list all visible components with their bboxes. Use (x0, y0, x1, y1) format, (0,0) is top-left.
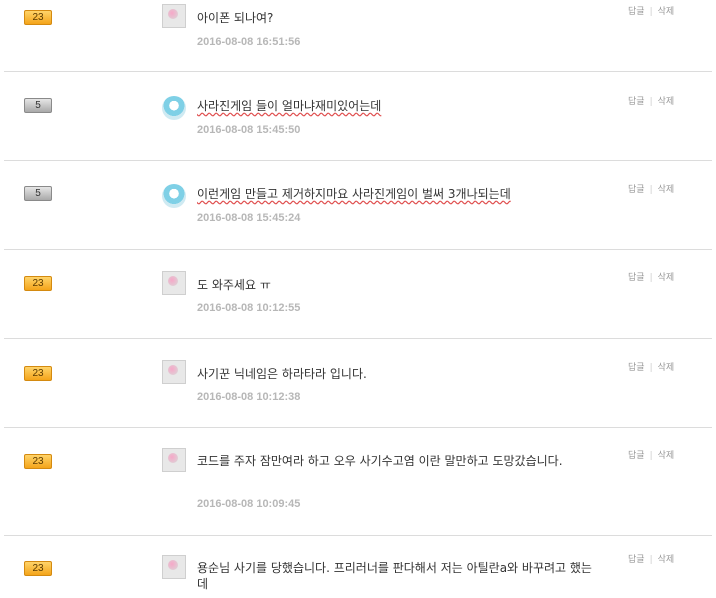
comment-actions: 답글 | 삭제 (628, 182, 674, 195)
level-badge: 23 (24, 276, 52, 291)
comment-text-content: 사라진게임 들이 얼마냐재미있어는데 (197, 99, 382, 113)
comment-actions: 답글 | 삭제 (628, 360, 674, 373)
comment-text: 용순님 사기를 당했습니다. 프리러너를 판다해서 저는 아틸란a와 바꾸려고 … (197, 561, 592, 591)
delete-link[interactable]: 삭제 (658, 451, 675, 461)
comment-date: 2016-08-08 16:51:56 (197, 36, 301, 48)
comment-date: 2016-08-08 15:45:24 (197, 212, 301, 224)
reply-link[interactable]: 답글 (628, 451, 645, 461)
divider-line (4, 535, 712, 536)
delete-link[interactable]: 삭제 (658, 273, 675, 283)
user-avatar[interactable] (162, 555, 186, 579)
reply-link[interactable]: 답글 (628, 555, 645, 565)
level-badge: 23 (24, 366, 52, 381)
divider: | (649, 97, 653, 107)
comment-date: 2016-08-08 10:09:45 (197, 498, 301, 510)
comment-date: 2016-08-08 15:45:50 (197, 124, 301, 136)
comment-text: 사라진게임 들이 얼마냐재미있어는데 (197, 98, 607, 114)
reply-link[interactable]: 답글 (628, 273, 645, 283)
user-avatar[interactable] (162, 96, 186, 120)
comment-actions: 답글 | 삭제 (628, 94, 674, 107)
user-avatar[interactable] (162, 448, 186, 472)
delete-link[interactable]: 삭제 (658, 363, 675, 373)
divider-line (4, 160, 712, 161)
reply-link[interactable]: 답글 (628, 185, 645, 195)
comment-date: 2016-08-08 10:12:38 (197, 391, 301, 403)
comment-actions: 답글 | 삭제 (628, 448, 674, 461)
comment-actions: 답글 | 삭제 (628, 270, 674, 283)
user-avatar[interactable] (162, 360, 186, 384)
divider: | (649, 185, 653, 195)
reply-link[interactable]: 답글 (628, 97, 645, 107)
level-badge: 23 (24, 561, 52, 576)
comment-text: 코드를 주자 잠만여라 하고 오우 사기수고염 이란 말만하고 도망갔습니다. (197, 454, 563, 468)
level-badge: 23 (24, 10, 52, 25)
divider-line (4, 427, 712, 428)
delete-link[interactable]: 삭제 (658, 555, 675, 565)
level-badge: 5 (24, 186, 52, 201)
delete-link[interactable]: 삭제 (658, 185, 675, 195)
user-avatar[interactable] (162, 184, 186, 208)
level-badge: 23 (24, 454, 52, 469)
reply-link[interactable]: 답글 (628, 7, 645, 17)
level-badge: 5 (24, 98, 52, 113)
divider-line (4, 249, 712, 250)
comment-text: 도 와주세요 ㅠ (197, 278, 271, 292)
divider: | (649, 451, 653, 461)
delete-link[interactable]: 삭제 (658, 7, 675, 17)
user-avatar[interactable] (162, 4, 186, 28)
divider: | (649, 555, 653, 565)
divider: | (649, 363, 653, 373)
divider: | (649, 7, 653, 17)
comment-text: 이런게임 만들고 제거하지마요 사라진게임이 벌써 3개나되는데 (197, 186, 607, 202)
reply-link[interactable]: 답글 (628, 363, 645, 373)
comment-date: 2016-08-08 10:12:55 (197, 302, 301, 314)
delete-link[interactable]: 삭제 (658, 97, 675, 107)
comment-text: 아이폰 되나여? (197, 11, 274, 25)
comment-actions: 답글 | 삭제 (628, 552, 674, 565)
divider-line (4, 338, 712, 339)
user-avatar[interactable] (162, 271, 186, 295)
comment-text: 사기꾼 닉네임은 하라타라 입니다. (197, 367, 367, 381)
comment-actions: 답글 | 삭제 (628, 4, 674, 17)
divider-line (4, 71, 712, 72)
divider: | (649, 273, 653, 283)
comment-text-content: 이런게임 만들고 제거하지마요 사라진게임이 벌써 3개나되는데 (197, 187, 511, 201)
